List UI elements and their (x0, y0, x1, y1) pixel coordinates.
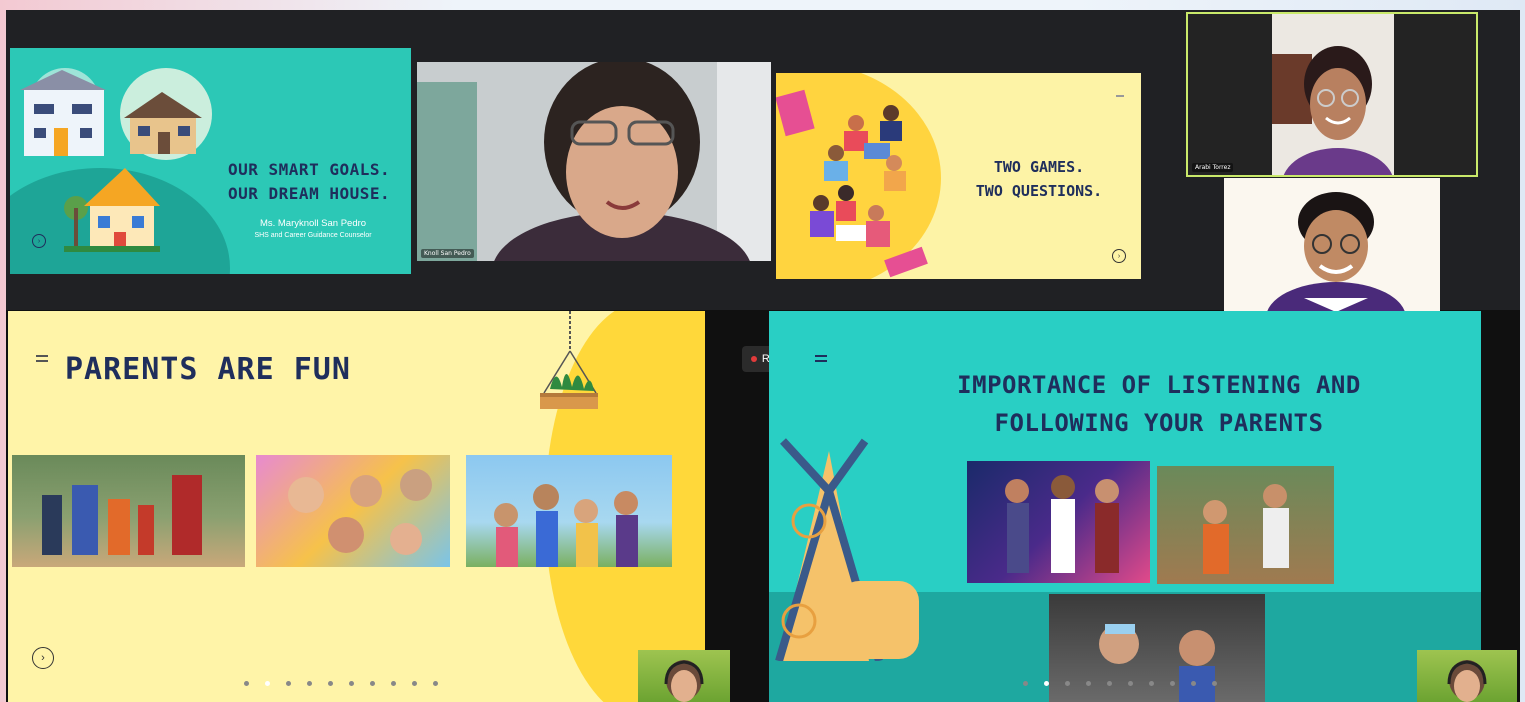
participant-avatar (417, 62, 771, 261)
page-dot[interactable] (307, 681, 312, 686)
slide-two-games[interactable]: TWO GAMES. TWO QUESTIONS. › (776, 73, 1141, 279)
page-dot[interactable] (1107, 681, 1112, 686)
page-dot[interactable] (1191, 681, 1196, 686)
page-dot[interactable] (1212, 681, 1217, 686)
page-dot[interactable] (391, 681, 396, 686)
photo-concert (967, 461, 1150, 583)
photo-outdoor (1157, 466, 1334, 584)
slide-pagination (1023, 681, 1217, 686)
page-dot[interactable] (265, 681, 270, 686)
presenter-name: Ms. Maryknoll San Pedro (259, 218, 367, 229)
hanging-plant-illustration (540, 311, 598, 409)
page-dot[interactable] (286, 681, 291, 686)
participant-video-main[interactable]: Knoll San Pedro (417, 62, 771, 261)
participant-avatar (664, 660, 704, 702)
photo-family-2 (256, 455, 450, 567)
page-dot[interactable] (412, 681, 417, 686)
page-dot[interactable] (1065, 681, 1070, 686)
participant-video-bottom-right[interactable] (1224, 178, 1440, 312)
page-dot[interactable] (1023, 681, 1028, 686)
participant-avatar (1224, 178, 1440, 312)
page-dot[interactable] (349, 681, 354, 686)
menu-icon[interactable] (1116, 95, 1124, 100)
page-dot[interactable] (1044, 681, 1049, 686)
self-view-thumbnail-right[interactable] (1417, 650, 1517, 702)
slide-heading: PARENTS ARE FUN (65, 352, 351, 387)
page-dot[interactable] (1170, 681, 1175, 686)
slide-title-line: TWO GAMES. (993, 158, 1085, 176)
page-dot[interactable] (1086, 681, 1091, 686)
slide-heading-line: FOLLOWING YOUR PARENTS (994, 409, 1324, 437)
slide-heading: IMPORTANCE OF LISTENING AND FOLLOWING YO… (914, 366, 1404, 442)
record-dot-icon (750, 356, 757, 362)
slide-pagination (244, 681, 438, 686)
next-slide-button[interactable]: › (1112, 249, 1126, 263)
slide-title: TWO GAMES. TWO QUESTIONS. (954, 155, 1124, 203)
next-slide-button[interactable]: › (32, 647, 54, 669)
menu-icon[interactable] (36, 355, 48, 365)
screen: OUR SMART GOALS. OUR DREAM HOUSE. Ms. Ma… (0, 0, 1525, 702)
participant-video-top-right[interactable]: Arabi Torrez (1186, 12, 1478, 177)
page-dot[interactable] (1128, 681, 1133, 686)
slide-heading-line: IMPORTANCE OF LISTENING AND (957, 371, 1361, 399)
page-dot[interactable] (370, 681, 375, 686)
menu-icon[interactable] (815, 355, 827, 365)
page-dot[interactable] (244, 681, 249, 686)
kids-playing-illustration (776, 89, 928, 278)
presenter-role: SHS and Career Guidance Counselor (254, 232, 372, 239)
participant-avatar (1272, 14, 1394, 175)
self-view-thumbnail-left[interactable] (638, 650, 730, 702)
slide-title-line: OUR DREAM HOUSE. (228, 184, 391, 203)
slide-title-line: OUR SMART GOALS. (228, 160, 391, 179)
slide-smart-goals[interactable]: OUR SMART GOALS. OUR DREAM HOUSE. Ms. Ma… (10, 48, 411, 274)
slide-parents-are-fun[interactable]: PARENTS ARE FUN › (8, 311, 705, 702)
next-slide-button[interactable]: › (32, 234, 46, 248)
participant-avatar (1447, 660, 1487, 702)
photo-family-1 (12, 455, 245, 567)
participant-name: Knoll San Pedro (421, 249, 474, 258)
slide-title: OUR SMART GOALS. OUR DREAM HOUSE. (228, 158, 390, 206)
slide-listening-parents[interactable]: IMPORTANCE OF LISTENING AND FOLLOWING YO… (769, 311, 1481, 702)
page-dot[interactable] (328, 681, 333, 686)
page-dot[interactable] (433, 681, 438, 686)
photo-family-3 (466, 455, 672, 567)
participant-name: Arabi Torrez (1192, 163, 1234, 172)
page-dot[interactable] (1149, 681, 1154, 686)
tent-illustration (775, 438, 919, 661)
slide-title-line: TWO QUESTIONS. (975, 182, 1103, 200)
